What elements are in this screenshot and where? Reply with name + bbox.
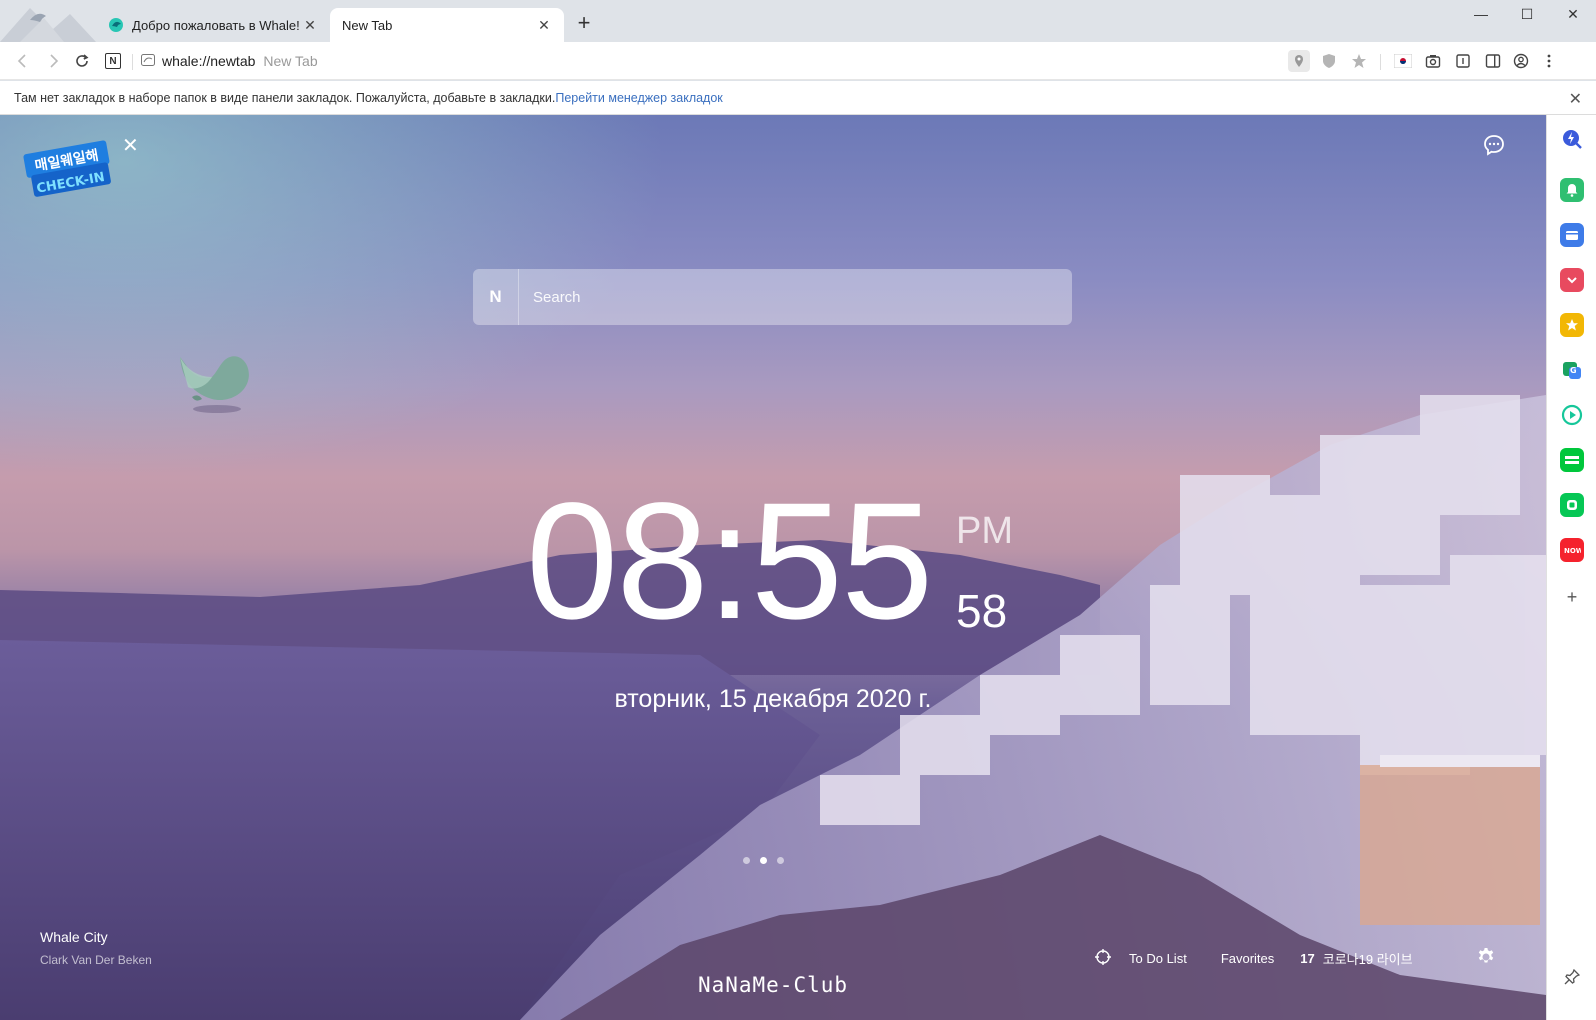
bookmark-bar-message: Там нет закладок в наборе папок в виде п…: [14, 90, 556, 105]
pocket-icon[interactable]: [1560, 268, 1584, 292]
bookmark-bar-close-icon[interactable]: ✕: [1569, 89, 1582, 109]
new-tab-button[interactable]: +: [572, 12, 596, 36]
url-page-title: New Tab: [263, 53, 318, 69]
add-sidebar-item-button[interactable]: +: [1560, 585, 1584, 609]
search-input[interactable]: [519, 269, 1072, 325]
favorites-link[interactable]: Favorites: [1221, 951, 1274, 966]
menu-kebab-icon[interactable]: [1538, 50, 1560, 72]
slide-dot[interactable]: [777, 857, 784, 864]
whale-secure-icon: [140, 52, 156, 71]
tabstrip-decoration: [0, 0, 96, 42]
toolbar-divider: [132, 54, 133, 70]
translate-icon[interactable]: G: [1560, 358, 1584, 382]
forward-icon[interactable]: [42, 50, 64, 72]
back-icon[interactable]: [12, 50, 34, 72]
tab-close-icon[interactable]: ✕: [536, 17, 552, 33]
bookmark-star-icon[interactable]: [1348, 50, 1370, 72]
close-window-button[interactable]: ✕: [1550, 0, 1596, 28]
chat-bubble-icon[interactable]: [1482, 133, 1506, 157]
bookmark-bar: Там нет закладок в наборе папок в виде п…: [0, 81, 1596, 115]
notification-bell-icon[interactable]: [1560, 178, 1584, 202]
whale-mascot-icon[interactable]: [172, 347, 258, 417]
svg-text:G: G: [1570, 366, 1577, 375]
url-text: whale://newtab: [162, 53, 256, 69]
media-play-icon[interactable]: [1560, 403, 1584, 427]
reload-icon[interactable]: [71, 50, 93, 72]
background-title[interactable]: Whale City: [40, 929, 108, 945]
location-icon[interactable]: [1288, 50, 1310, 72]
favorite-star-icon[interactable]: [1560, 313, 1584, 337]
clock-ampm: PM: [956, 510, 1013, 552]
toolbar: N whale://newtab New Tab: [0, 42, 1596, 80]
bookmark-manager-link[interactable]: Перейти менеджер закладок: [555, 91, 722, 105]
search-box: N: [473, 269, 1072, 325]
slide-dot-active[interactable]: [760, 857, 767, 864]
capture-camera-icon[interactable]: [1422, 50, 1444, 72]
slide-indicator: [743, 857, 784, 864]
clock-date: вторник, 15 декабря 2020 г.: [614, 685, 932, 713]
clock-widget: 08:55 PM 58: [526, 469, 1026, 654]
covid-count[interactable]: 17: [1300, 951, 1314, 966]
minimize-button[interactable]: —: [1458, 0, 1504, 28]
pin-icon[interactable]: [1560, 965, 1584, 989]
tab-welcome[interactable]: Добро пожаловать в Whale! ✕: [96, 8, 330, 42]
bottom-widgets: To Do List Favorites 17 코로나19 라이브: [1095, 949, 1413, 968]
whale-search-icon[interactable]: [1560, 127, 1584, 151]
new-tab-page: 매일웨일해 CHECK-IN ✕ N 08:55 PM 58 вторник, …: [0, 115, 1546, 1020]
slide-dot[interactable]: [743, 857, 750, 864]
tab-strip: Добро пожаловать в Whale! ✕ New Tab ✕ + …: [0, 0, 1596, 42]
tab-title: New Tab: [342, 17, 393, 33]
checkin-close-icon[interactable]: ✕: [122, 133, 139, 158]
line-icon[interactable]: [1560, 493, 1584, 517]
toolbar-divider: [1380, 54, 1381, 70]
now-icon[interactable]: NOW: [1560, 538, 1584, 562]
todo-list-link[interactable]: To Do List: [1129, 951, 1187, 966]
daily-checkin-badge[interactable]: 매일웨일해 CHECK-IN: [20, 135, 116, 201]
shield-icon[interactable]: [1318, 50, 1340, 72]
clock-time: 08:55: [526, 469, 933, 654]
whale-favicon-icon: [108, 17, 124, 33]
maximize-button[interactable]: ☐: [1504, 0, 1550, 28]
watermark-text: NaNaMe-Club: [697, 973, 849, 997]
reader-mode-icon[interactable]: [1452, 50, 1474, 72]
settings-gear-icon[interactable]: [1476, 947, 1496, 967]
profile-icon[interactable]: [1510, 50, 1532, 72]
clock-seconds: 58: [956, 585, 1008, 637]
webtoon-icon[interactable]: [1560, 448, 1584, 472]
naver-home-button[interactable]: N: [102, 50, 124, 72]
wallet-icon[interactable]: [1560, 223, 1584, 247]
right-sidebar: G NOW +: [1546, 115, 1596, 1020]
tab-title: Добро пожаловать в Whale!: [132, 17, 300, 33]
naver-search-logo[interactable]: N: [473, 269, 519, 325]
tab-new-tab[interactable]: New Tab ✕: [330, 8, 564, 42]
background-author[interactable]: Clark Van Der Beken: [40, 953, 152, 967]
svg-text:NOW: NOW: [1564, 547, 1581, 555]
covid-live-link[interactable]: 코로나19 라이브: [1323, 949, 1413, 968]
sidebar-toggle-icon[interactable]: [1482, 50, 1504, 72]
address-bar[interactable]: whale://newtab New Tab: [140, 48, 1320, 74]
crosshair-icon[interactable]: [1095, 949, 1111, 968]
korea-flag-icon[interactable]: [1392, 50, 1414, 72]
tab-close-icon[interactable]: ✕: [302, 17, 318, 33]
